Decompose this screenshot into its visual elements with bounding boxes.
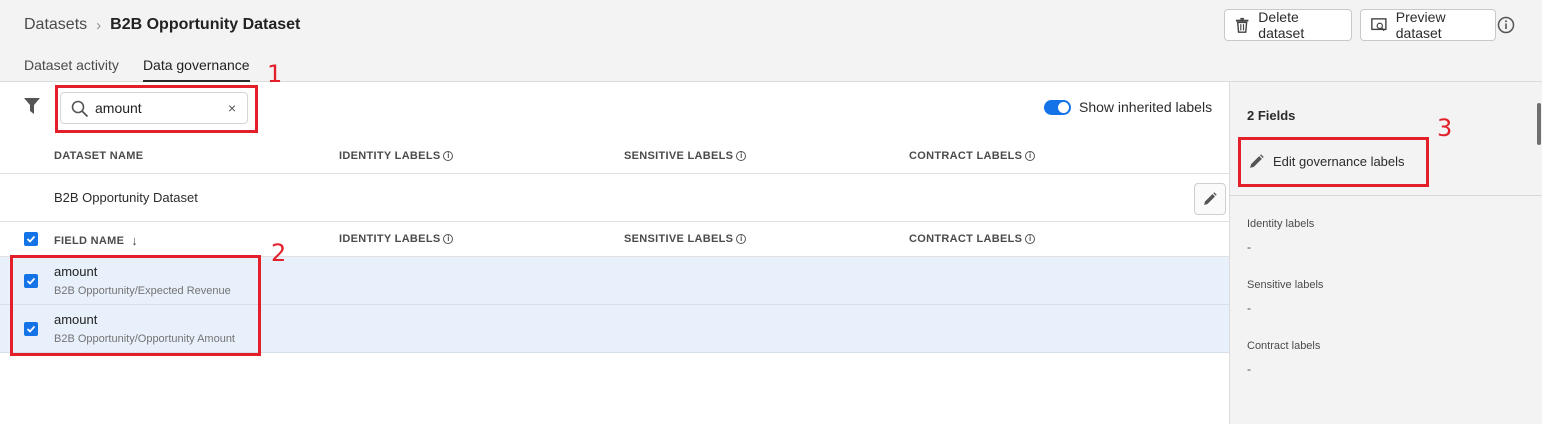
info-icon[interactable]: i xyxy=(443,234,454,244)
column-header-label: IDENTITY LABELS xyxy=(339,233,441,245)
identity-labels-heading: Identity labels xyxy=(1247,218,1315,230)
trash-icon xyxy=(1235,17,1249,33)
column-header-dataset-name: DATASET NAME xyxy=(54,150,143,162)
show-inherited-labels-control[interactable]: Show inherited labels xyxy=(1044,99,1212,115)
pencil-icon xyxy=(1204,192,1217,205)
column-header-label: IDENTITY LABELS xyxy=(339,150,441,162)
contract-labels-heading: Contract labels xyxy=(1247,340,1321,352)
dataset-row-name: B2B Opportunity Dataset xyxy=(54,190,198,205)
preview-icon xyxy=(1371,18,1387,32)
column-header-identity-labels: IDENTITY LABELS i xyxy=(339,150,454,162)
info-icon[interactable]: i xyxy=(1025,151,1036,161)
delete-dataset-label: Delete dataset xyxy=(1258,9,1305,41)
info-icon[interactable]: i xyxy=(443,151,454,161)
governance-main: amount × Show inherited labels DATASET N… xyxy=(0,82,1229,424)
annotation-box-search xyxy=(55,85,258,133)
select-all-checkbox[interactable] xyxy=(24,232,38,246)
identity-labels-value: - xyxy=(1247,240,1251,254)
edit-dataset-labels-button[interactable] xyxy=(1194,183,1226,215)
column-header-identity-labels: IDENTITY LABELS i xyxy=(339,233,454,245)
column-header-contract-labels: CONTRACT LABELS i xyxy=(909,150,1036,162)
info-icon[interactable]: i xyxy=(736,151,747,161)
page-header: Datasets › B2B Opportunity Dataset Delet… xyxy=(0,0,1542,82)
show-inherited-labels-toggle[interactable] xyxy=(1044,99,1071,115)
column-header-contract-labels: CONTRACT LABELS i xyxy=(909,233,1036,245)
annotation-number: 1 xyxy=(267,60,283,88)
column-header-sensitive-labels: SENSITIVE LABELS i xyxy=(624,150,747,162)
preview-dataset-button[interactable]: Preview dataset xyxy=(1360,9,1496,41)
tab-dataset-activity[interactable]: Dataset activity xyxy=(24,57,119,81)
checkmark-icon xyxy=(26,235,36,243)
annotation-box-fields xyxy=(10,255,261,356)
breadcrumb-datasets-link[interactable]: Datasets xyxy=(24,16,87,34)
page-title: B2B Opportunity Dataset xyxy=(110,16,301,33)
column-header-label: DATASET NAME xyxy=(54,150,144,162)
annotation-number: 3 xyxy=(1437,114,1453,142)
column-header-label: SENSITIVE LABELS xyxy=(624,150,734,162)
sensitive-labels-heading: Sensitive labels xyxy=(1247,279,1324,291)
annotation-number: 2 xyxy=(271,239,287,267)
delete-dataset-button[interactable]: Delete dataset xyxy=(1224,9,1352,41)
tab-data-governance[interactable]: Data governance xyxy=(142,57,250,82)
annotation-box-edit-labels xyxy=(1238,137,1429,187)
divider xyxy=(0,221,1229,222)
column-header-label: CONTRACT LABELS xyxy=(909,150,1023,162)
selected-fields-count: 2 Fields xyxy=(1247,108,1296,123)
sensitive-labels-value: - xyxy=(1247,301,1251,315)
divider xyxy=(0,173,1229,174)
divider xyxy=(1230,195,1542,196)
column-header-label: CONTRACT LABELS xyxy=(909,233,1023,245)
preview-dataset-label: Preview dataset xyxy=(1395,9,1446,41)
tab-bar: Dataset activity Data governance xyxy=(24,57,250,82)
filter-icon[interactable] xyxy=(24,98,40,115)
column-header-field-name[interactable]: FIELD NAME ↓ xyxy=(54,233,138,248)
sort-arrow-icon[interactable]: ↓ xyxy=(131,233,138,248)
scrollbar-thumb[interactable] xyxy=(1537,103,1541,145)
breadcrumb-separator: › xyxy=(96,16,102,34)
column-header-label: FIELD NAME xyxy=(54,234,125,247)
contract-labels-value: - xyxy=(1247,362,1251,376)
show-inherited-labels-label: Show inherited labels xyxy=(1079,99,1213,115)
field-details-panel: 2 Fields Edit governance labels Identity… xyxy=(1229,82,1542,424)
info-icon[interactable]: i xyxy=(736,234,747,244)
column-header-sensitive-labels: SENSITIVE LABELS i xyxy=(624,233,747,245)
breadcrumb: Datasets › B2B Opportunity Dataset xyxy=(24,16,300,34)
column-header-label: SENSITIVE LABELS xyxy=(624,233,734,245)
info-icon[interactable] xyxy=(1497,16,1515,34)
info-icon[interactable]: i xyxy=(1025,234,1036,244)
